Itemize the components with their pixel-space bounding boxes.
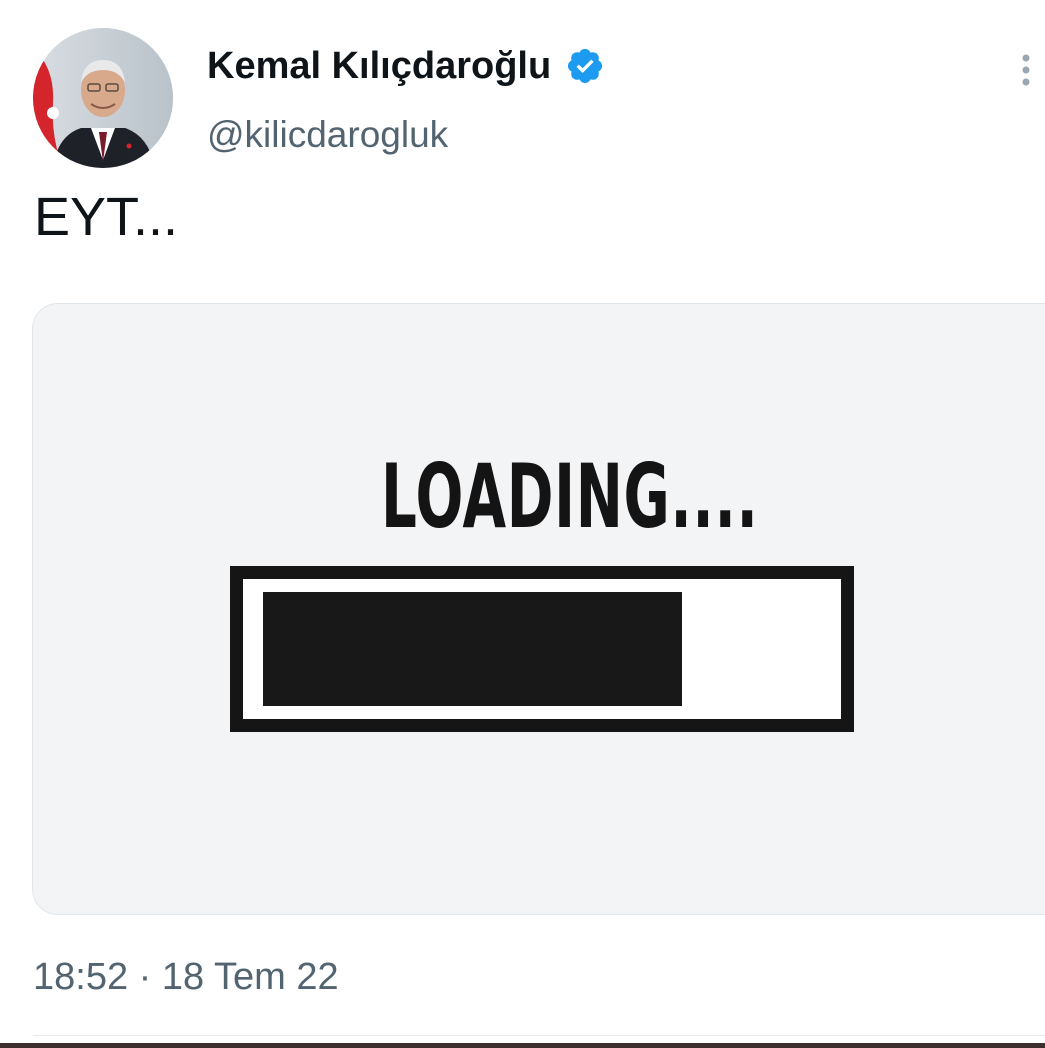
display-name[interactable]: Kemal Kılıçdaroğlu <box>207 40 605 92</box>
divider <box>33 1035 1045 1036</box>
loading-label: LOADING.... <box>381 445 759 548</box>
progress-fill <box>263 592 682 706</box>
progress-bar <box>230 566 854 732</box>
display-name-text: Kemal Kılıçdaroğlu <box>207 45 552 87</box>
progress-track <box>243 579 841 719</box>
verified-badge-icon <box>568 48 603 84</box>
avatar[interactable] <box>33 28 173 168</box>
bottom-edge <box>0 1043 1045 1048</box>
tweet-text: EYT... <box>34 187 179 247</box>
profile-photo <box>33 28 173 168</box>
media-image[interactable]: LOADING.... <box>32 303 1045 915</box>
more-vertical-icon[interactable] <box>1008 48 1044 92</box>
tweet-timestamp[interactable]: 18:52 · 18 Tem 22 <box>33 952 339 1002</box>
user-handle[interactable]: @kilicdarogluk <box>207 110 448 160</box>
